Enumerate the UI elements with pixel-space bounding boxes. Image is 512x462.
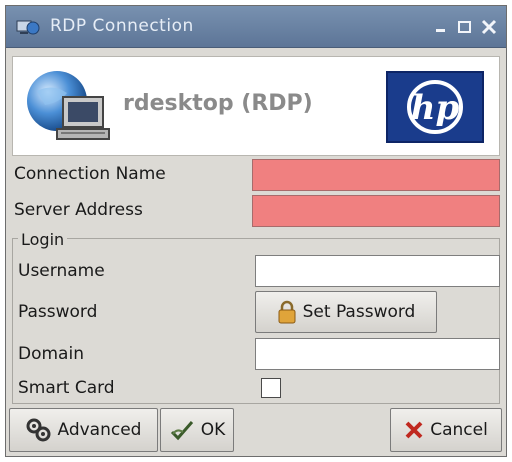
set-password-label: Set Password xyxy=(302,302,416,322)
cancel-icon xyxy=(405,421,423,439)
server-address-input[interactable] xyxy=(252,195,500,227)
server-address-label: Server Address xyxy=(14,200,143,220)
title-bar[interactable]: RDP Connection xyxy=(6,6,506,48)
login-legend: Login xyxy=(18,230,68,249)
username-input[interactable] xyxy=(255,255,500,287)
close-icon[interactable] xyxy=(480,18,498,36)
advanced-icon xyxy=(26,418,50,442)
password-label: Password xyxy=(18,302,98,322)
connection-name-input[interactable] xyxy=(252,159,500,191)
maximize-icon[interactable] xyxy=(456,18,474,36)
advanced-label: Advanced xyxy=(57,420,142,440)
rdp-connection-window: RDP Connection rdesktop (RDP) hp Connect… xyxy=(5,5,507,457)
computer-icon xyxy=(27,71,110,140)
smart-card-checkbox[interactable] xyxy=(261,378,281,398)
hp-logo: hp xyxy=(386,71,484,143)
ok-button[interactable]: OK xyxy=(160,408,234,452)
window-title: RDP Connection xyxy=(50,16,194,36)
app-icon xyxy=(16,20,40,35)
advanced-button[interactable]: Advanced xyxy=(9,408,158,452)
cancel-label: Cancel xyxy=(430,420,488,440)
username-label: Username xyxy=(18,261,105,281)
lock-icon xyxy=(278,300,296,324)
connection-name-label: Connection Name xyxy=(14,164,166,184)
set-password-button[interactable]: Set Password xyxy=(255,291,437,333)
hp-logo-text: hp xyxy=(411,88,460,128)
domain-label: Domain xyxy=(18,344,84,364)
domain-input[interactable] xyxy=(255,338,500,370)
smart-card-label: Smart Card xyxy=(18,378,115,398)
ok-icon xyxy=(170,421,193,441)
minimize-icon[interactable] xyxy=(432,18,450,36)
ok-label: OK xyxy=(200,420,226,440)
cancel-button[interactable]: Cancel xyxy=(390,408,502,452)
header-banner: rdesktop (RDP) hp xyxy=(12,56,500,156)
app-title: rdesktop (RDP) xyxy=(123,91,313,116)
